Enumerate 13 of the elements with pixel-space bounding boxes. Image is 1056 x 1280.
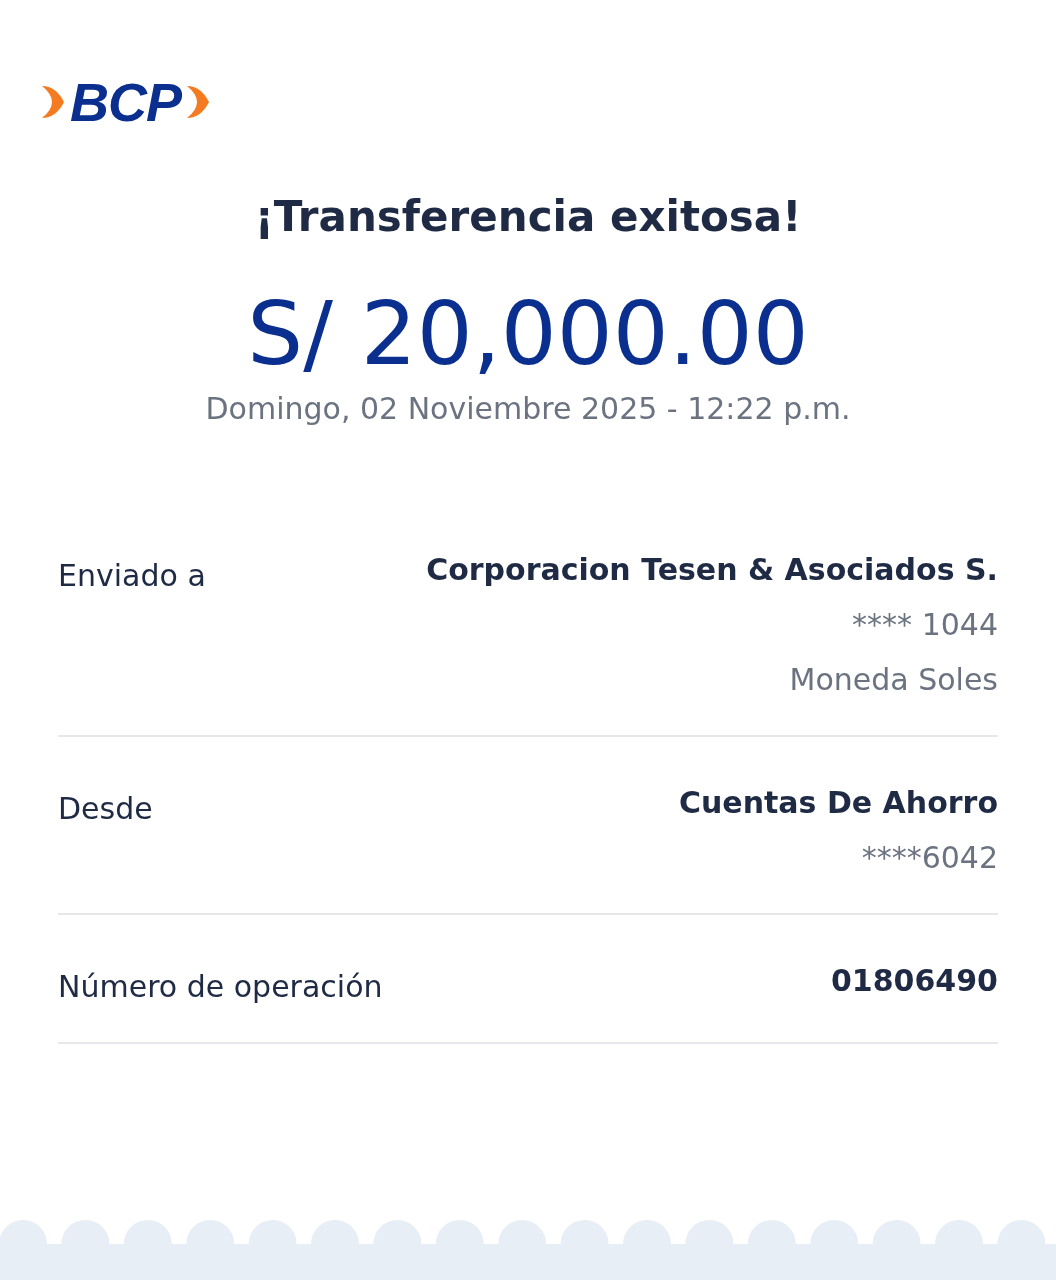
detail-value: Cuentas De Ahorro (678, 785, 998, 821)
detail-value: Corporacion Tesen & Asociados S. (426, 552, 998, 588)
detail-label: Desde (58, 790, 153, 829)
detail-label: Número de operación (58, 968, 383, 1005)
date-time: Domingo, 02 Noviembre 2025 - 12:22 p.m. (204, 391, 852, 427)
logo-text: BCP (70, 75, 181, 129)
detail-subvalue: Moneda Soles (789, 662, 998, 698)
detail-value: 01806490 (831, 963, 998, 999)
success-title: ¡Transferencia exitosa! (253, 192, 803, 243)
detail-subvalue: **** 1044 (852, 607, 998, 643)
amount: S/ 20,000.00 (246, 286, 810, 384)
detail-label: Enviado a (58, 557, 206, 596)
detail-subvalue: ****6042 (861, 840, 998, 876)
